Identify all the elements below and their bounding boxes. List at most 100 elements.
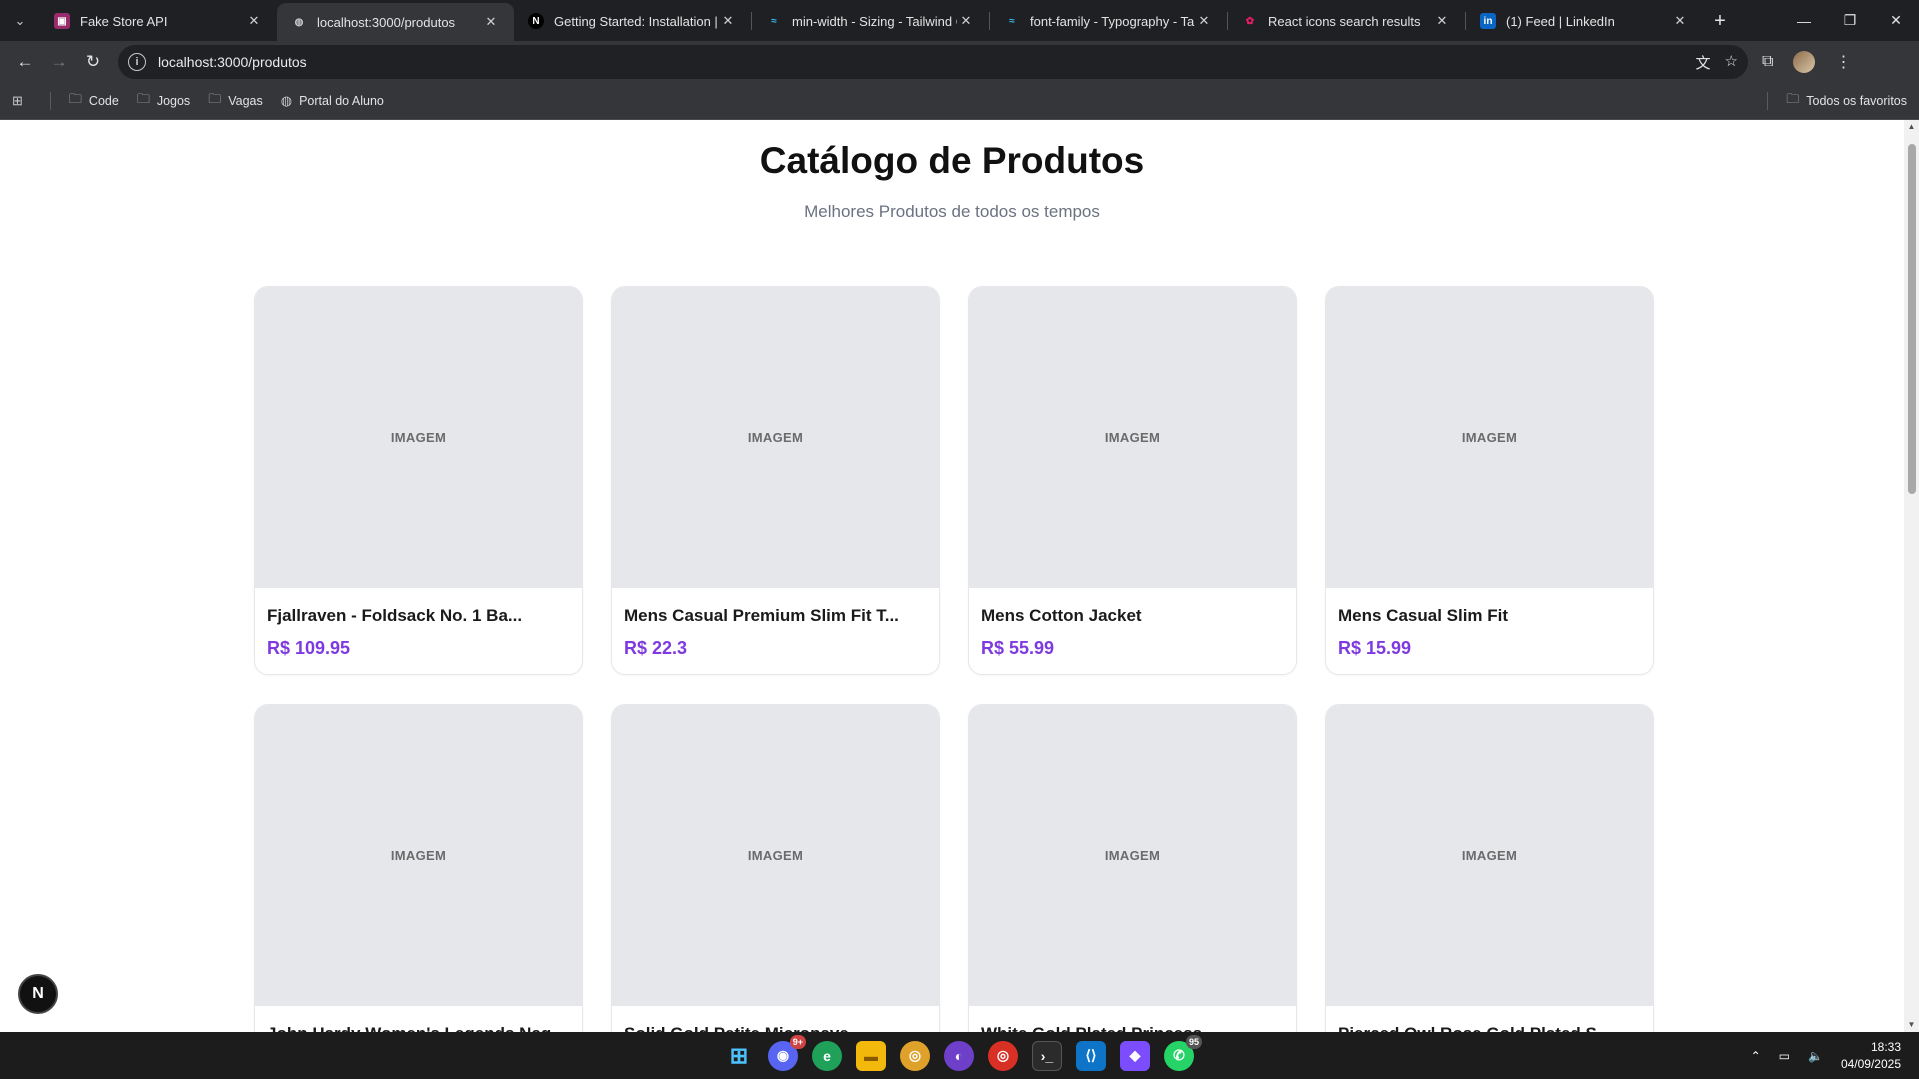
close-icon[interactable]: ✕ xyxy=(1671,13,1689,29)
product-name: Mens Cotton Jacket xyxy=(981,606,1142,625)
edge-icon[interactable]: e xyxy=(812,1040,842,1071)
product-image-placeholder: IMAGEM xyxy=(612,287,939,588)
tray-chevron-icon[interactable]: ⌃ xyxy=(1751,1049,1761,1063)
nextjs-icon: N xyxy=(528,13,544,29)
tab-linkedin[interactable]: in (1) Feed | LinkedIn ✕ xyxy=(1466,4,1703,38)
chrome-icon[interactable]: ◎ xyxy=(900,1040,930,1071)
address-bar[interactable]: i localhost:3000/produtos 文 ☆ xyxy=(118,45,1748,79)
product-image-placeholder: IMAGEM xyxy=(1326,287,1653,588)
product-image-placeholder: IMAGEM xyxy=(255,705,582,1006)
clock[interactable]: 18:33 04/09/2025 xyxy=(1841,1039,1901,1073)
bookmark-label: Jogos xyxy=(156,94,191,108)
bookmark-divider xyxy=(1767,92,1769,110)
product-price: R$ 109.95 xyxy=(267,638,351,658)
close-icon[interactable]: ✕ xyxy=(957,13,975,29)
close-icon[interactable]: ✕ xyxy=(1433,13,1451,29)
github-desktop-icon[interactable]: ◐ xyxy=(944,1040,974,1071)
tab-react-icons[interactable]: ✿ React icons search results ✕ xyxy=(1228,4,1465,38)
discord-icon[interactable]: ◉ 9+ xyxy=(768,1034,806,1071)
volume-icon[interactable]: 🔈 xyxy=(1808,1049,1823,1063)
bookmark-code[interactable]: 🗀 Code xyxy=(69,90,119,112)
close-icon[interactable]: ✕ xyxy=(482,14,500,30)
tab-tailwind-min-width[interactable]: ≈ min-width - Sizing - Tailwind C ✕ xyxy=(752,4,989,38)
bookmark-label: Vagas xyxy=(228,94,263,108)
product-card[interactable]: IMAGEM Mens Casual Premium Slim Fit T...… xyxy=(611,286,940,675)
bookmark-portal-do-aluno[interactable]: ◍ Portal do Aluno xyxy=(281,93,384,109)
product-grid: IMAGEM Fjallraven - Foldsack No. 1 Ba...… xyxy=(254,286,1654,1032)
tab-nextjs[interactable]: N Getting Started: Installation | N ✕ xyxy=(514,4,751,38)
tab-tailwind-font-family[interactable]: ≈ font-family - Typography - Tailw ✕ xyxy=(990,4,1227,38)
product-image-placeholder: IMAGEM xyxy=(1326,705,1653,1006)
close-icon[interactable]: ✕ xyxy=(245,13,263,29)
whatsapp-icon[interactable]: ✆ 95 xyxy=(1164,1034,1202,1071)
vscode-icon[interactable]: ⟨⟩ xyxy=(1076,1040,1106,1071)
product-name: Mens Casual Premium Slim Fit T... xyxy=(624,606,899,625)
close-icon[interactable]: ✕ xyxy=(1195,13,1213,29)
taskbar-apps: ⊞ ◉ 9+ e ▬ ◎ ◐ ◎ ›_ ⟨⟩ ◆ ✆ 95 xyxy=(724,1032,1202,1079)
product-image-placeholder: IMAGEM xyxy=(969,705,1296,1006)
windows-start-icon[interactable]: ⊞ xyxy=(724,1041,754,1071)
close-icon[interactable]: ✕ xyxy=(719,13,737,29)
product-card[interactable]: IMAGEM John Hardy Women's Legends Nag... xyxy=(254,704,583,1032)
menu-icon[interactable]: ⋮ xyxy=(1835,52,1851,72)
scroll-thumb[interactable] xyxy=(1908,144,1916,494)
product-name: Mens Casual Slim Fit xyxy=(1338,606,1509,625)
product-image-placeholder: IMAGEM xyxy=(255,287,582,588)
bookmark-star-icon[interactable]: ☆ xyxy=(1725,52,1738,73)
page-subtitle: Melhores Produtos de todos os tempos xyxy=(804,202,1100,221)
site-info-icon[interactable]: i xyxy=(128,53,146,71)
translate-icon[interactable]: 文 xyxy=(1696,52,1711,73)
vertical-scrollbar[interactable]: ▲ ▼ xyxy=(1904,120,1919,1032)
obsidian-icon[interactable]: ◆ xyxy=(1120,1040,1150,1071)
folder-icon: 🗀 xyxy=(1786,91,1800,106)
product-image-placeholder: IMAGEM xyxy=(612,705,939,1006)
tab-title: font-family - Typography - Tailw xyxy=(1030,13,1195,29)
product-name: Pierced Owl Rose Gold Plated S... xyxy=(1326,1006,1653,1032)
network-icon[interactable]: ▭ xyxy=(1779,1049,1790,1063)
product-card[interactable]: IMAGEM Mens Casual Slim Fit R$ 15.99 xyxy=(1325,286,1654,675)
nextjs-icon: N xyxy=(32,985,44,1002)
page-title: Catálogo de Produtos xyxy=(759,140,1145,181)
minimize-icon[interactable]: — xyxy=(1781,0,1827,41)
tab-produtos[interactable]: ◍ localhost:3000/produtos ✕ xyxy=(277,3,514,41)
folder-icon: 🗀 xyxy=(136,91,150,106)
window-controls: — ❐ ✕ xyxy=(1781,0,1919,41)
close-window-icon[interactable]: ✕ xyxy=(1873,0,1919,41)
bookmark-vagas[interactable]: 🗀 Vagas xyxy=(208,90,263,112)
product-card[interactable]: IMAGEM Fjallraven - Foldsack No. 1 Ba...… xyxy=(254,286,583,675)
product-name: John Hardy Women's Legends Nag... xyxy=(255,1006,582,1032)
react-icons-icon: ✿ xyxy=(1245,15,1255,27)
bookmark-label: Portal do Aluno xyxy=(299,94,384,108)
discord-badge: 9+ xyxy=(789,1034,806,1049)
restore-icon[interactable]: ❐ xyxy=(1827,0,1873,41)
tab-search-button[interactable]: ⌄ xyxy=(0,0,40,41)
globe-icon: ◍ xyxy=(294,16,304,28)
file-explorer-icon[interactable]: ▬ xyxy=(856,1040,886,1071)
taskbar: ⊞ ◉ 9+ e ▬ ◎ ◐ ◎ ›_ ⟨⟩ ◆ ✆ 95 ⌃ ▭ 🔈 18:33 … xyxy=(0,1032,1919,1079)
chrome-active-icon[interactable]: ◎ xyxy=(988,1040,1018,1071)
product-image-placeholder: IMAGEM xyxy=(969,287,1296,588)
product-card[interactable]: IMAGEM Mens Cotton Jacket R$ 55.99 xyxy=(968,286,1297,675)
reload-button[interactable]: ↻ xyxy=(76,45,110,79)
address-text[interactable]: localhost:3000/produtos xyxy=(158,54,307,70)
nextjs-dev-indicator[interactable]: N xyxy=(18,974,58,1014)
all-bookmarks[interactable]: 🗀 Todos os favoritos xyxy=(1786,90,1907,112)
scroll-up-arrow-icon[interactable]: ▲ xyxy=(1904,120,1919,134)
tab-fake-store[interactable]: ▣ Fake Store API ✕ xyxy=(40,4,277,38)
terminal-icon[interactable]: ›_ xyxy=(1032,1040,1062,1071)
product-card[interactable]: IMAGEM Solid Gold Petite Micropave ... xyxy=(611,704,940,1032)
back-button[interactable]: ← xyxy=(8,45,42,79)
forward-button[interactable]: → xyxy=(42,45,76,79)
new-tab-button[interactable]: + xyxy=(1703,4,1737,38)
tailwind-icon: ≈ xyxy=(1009,15,1015,27)
apps-icon[interactable]: ⊞ xyxy=(12,93,30,109)
product-card[interactable]: IMAGEM White Gold Plated Princess xyxy=(968,704,1297,1032)
profile-avatar[interactable] xyxy=(1793,51,1816,73)
extensions-icon[interactable]: ⧉ xyxy=(1762,53,1773,71)
browser-toolbar: ← → ↻ i localhost:3000/produtos 文 ☆ ⧉ ⋮ xyxy=(0,41,1919,83)
scroll-down-arrow-icon[interactable]: ▼ xyxy=(1904,1018,1919,1032)
bookmark-jogos[interactable]: 🗀 Jogos xyxy=(137,90,190,112)
product-card[interactable]: IMAGEM Pierced Owl Rose Gold Plated S... xyxy=(1325,704,1654,1032)
folder-icon: 🗀 xyxy=(68,91,82,106)
product-name: White Gold Plated Princess xyxy=(969,1006,1296,1032)
